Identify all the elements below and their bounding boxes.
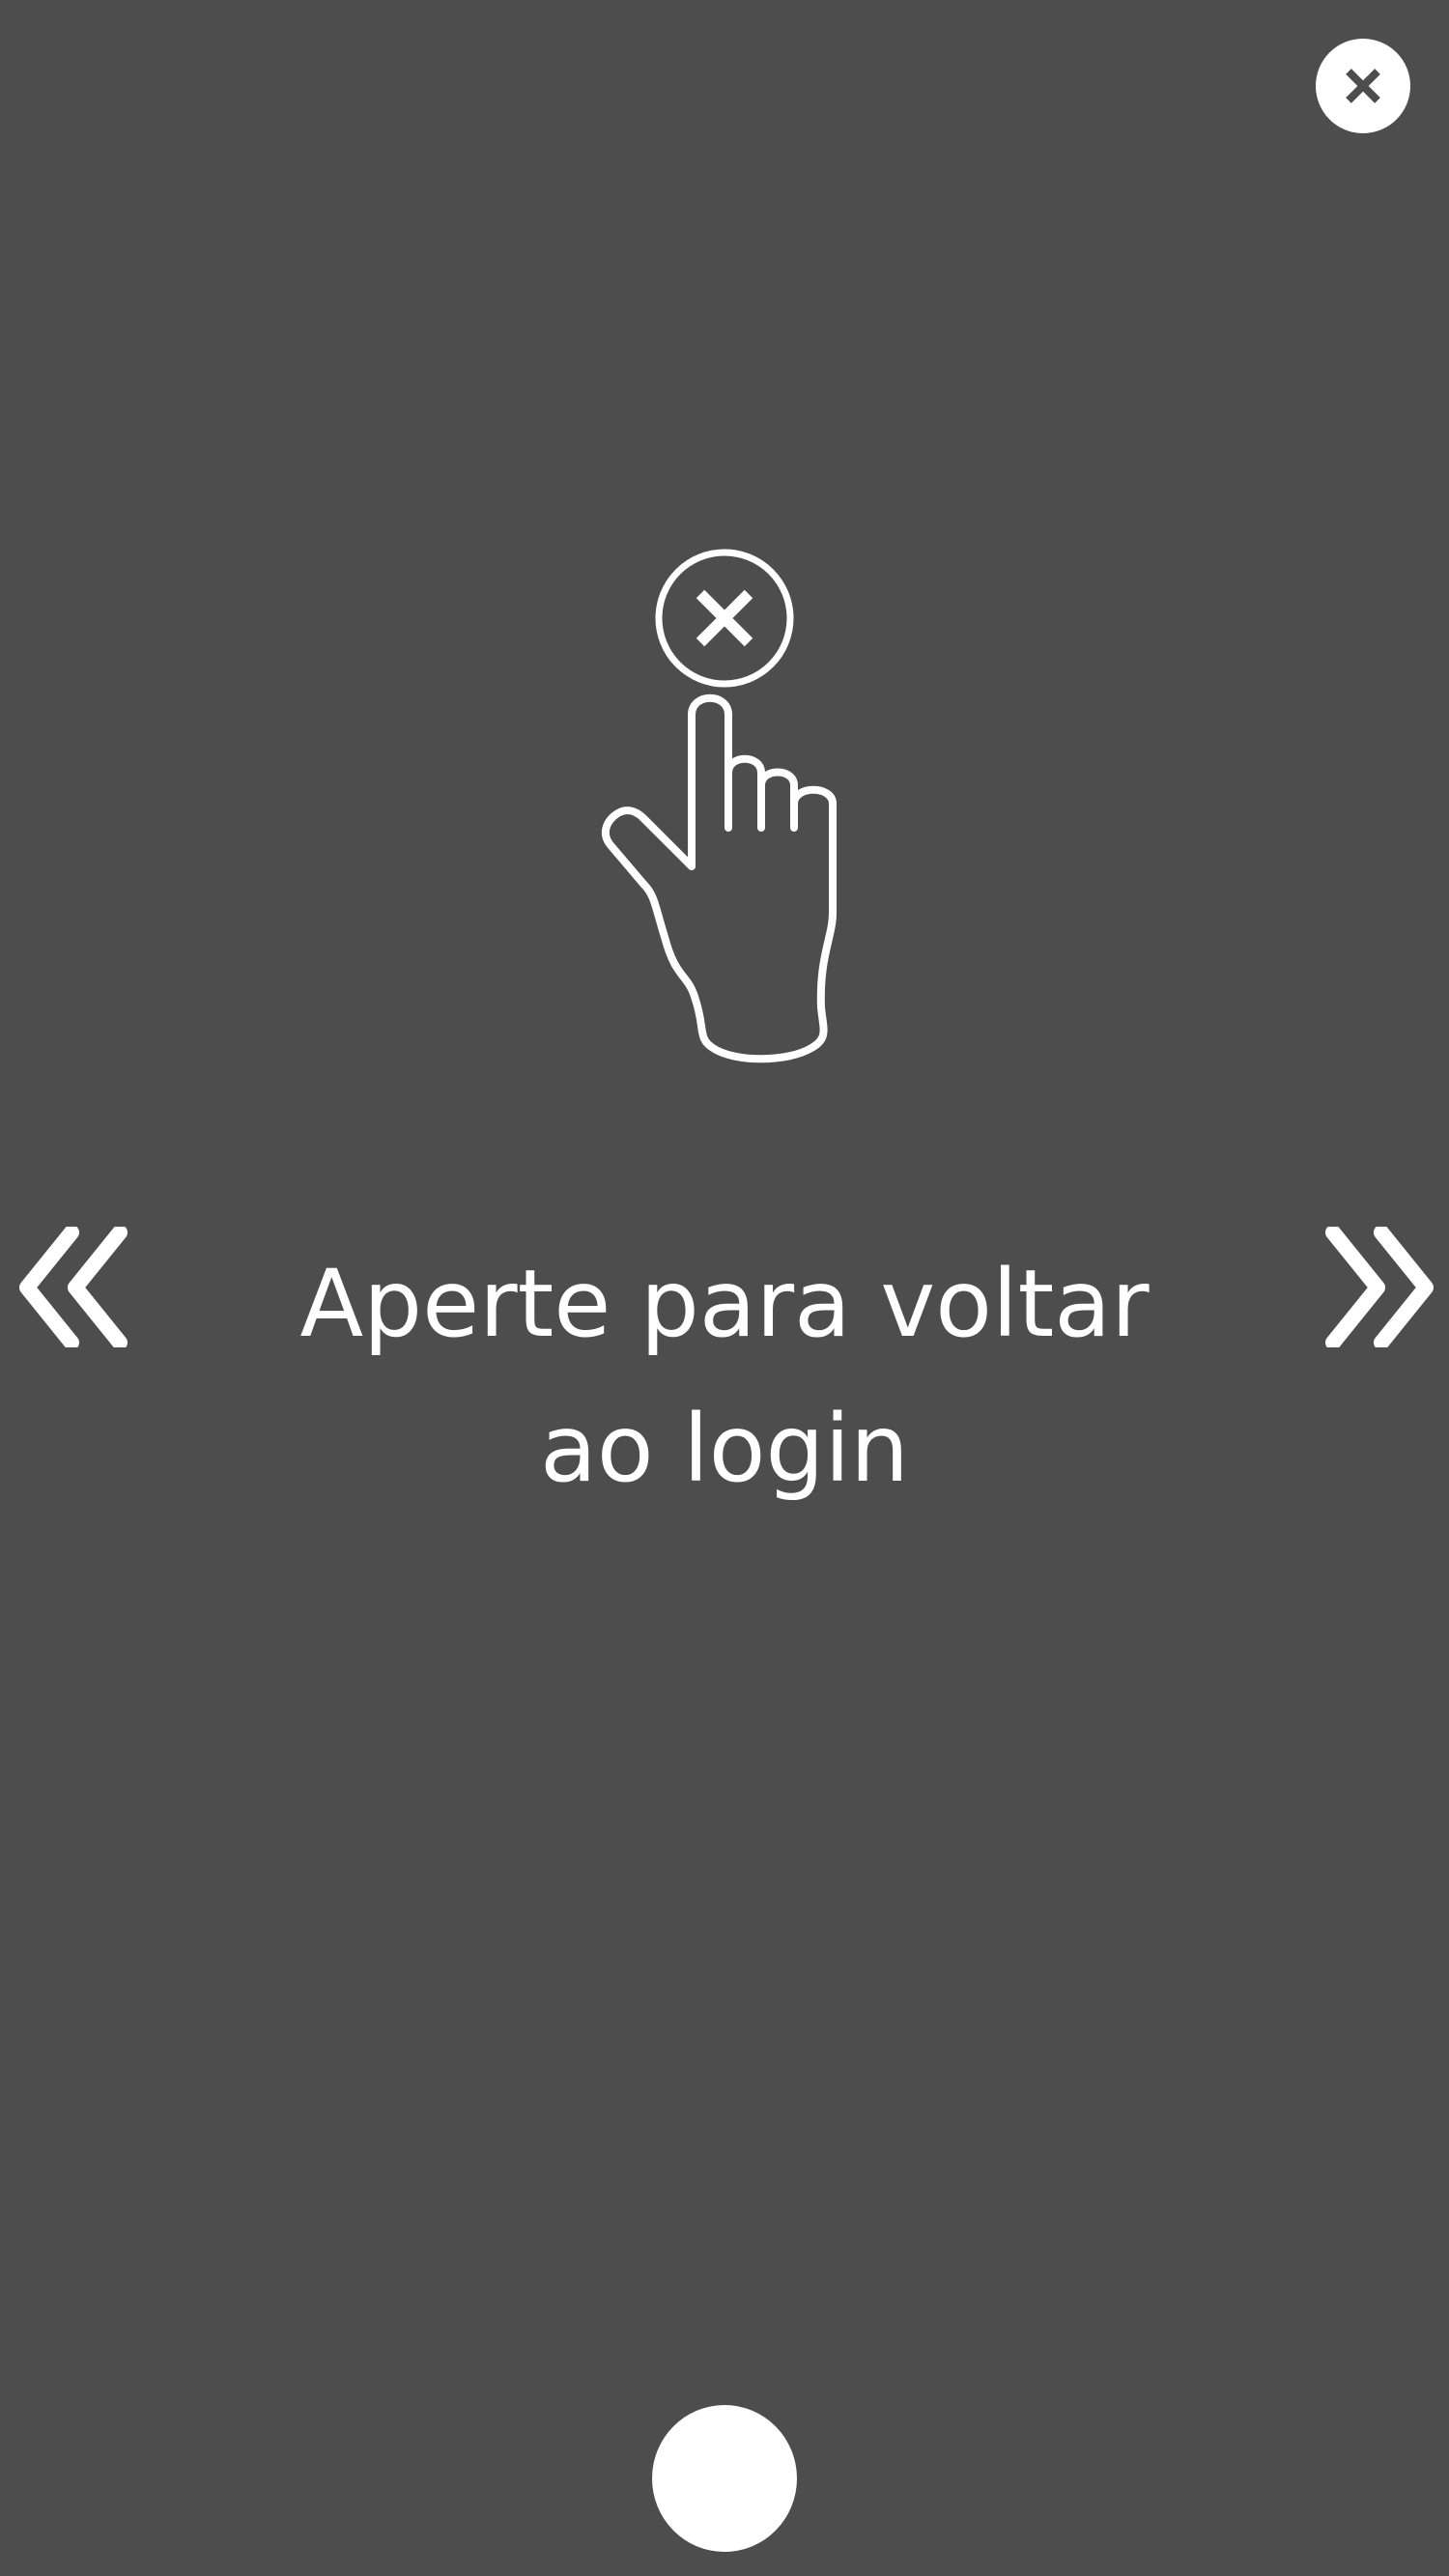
hint-text-line-1: Aperte para voltar xyxy=(299,1250,1150,1358)
close-icon xyxy=(1346,69,1380,103)
home-button[interactable] xyxy=(652,2405,797,2552)
hint-text-line-2: ao login xyxy=(540,1395,909,1503)
double-chevron-left-icon[interactable] xyxy=(14,1227,139,1347)
hint-illustration xyxy=(601,549,837,1063)
screen: Aperte para voltar ao login xyxy=(0,0,1449,2576)
close-button[interactable] xyxy=(1316,39,1410,133)
double-chevron-right-icon[interactable] xyxy=(1314,1227,1439,1347)
hand-pointer-icon xyxy=(601,694,837,1063)
close-circle-icon xyxy=(655,549,794,688)
hint-text: Aperte para voltar ao login xyxy=(222,1231,1227,1521)
